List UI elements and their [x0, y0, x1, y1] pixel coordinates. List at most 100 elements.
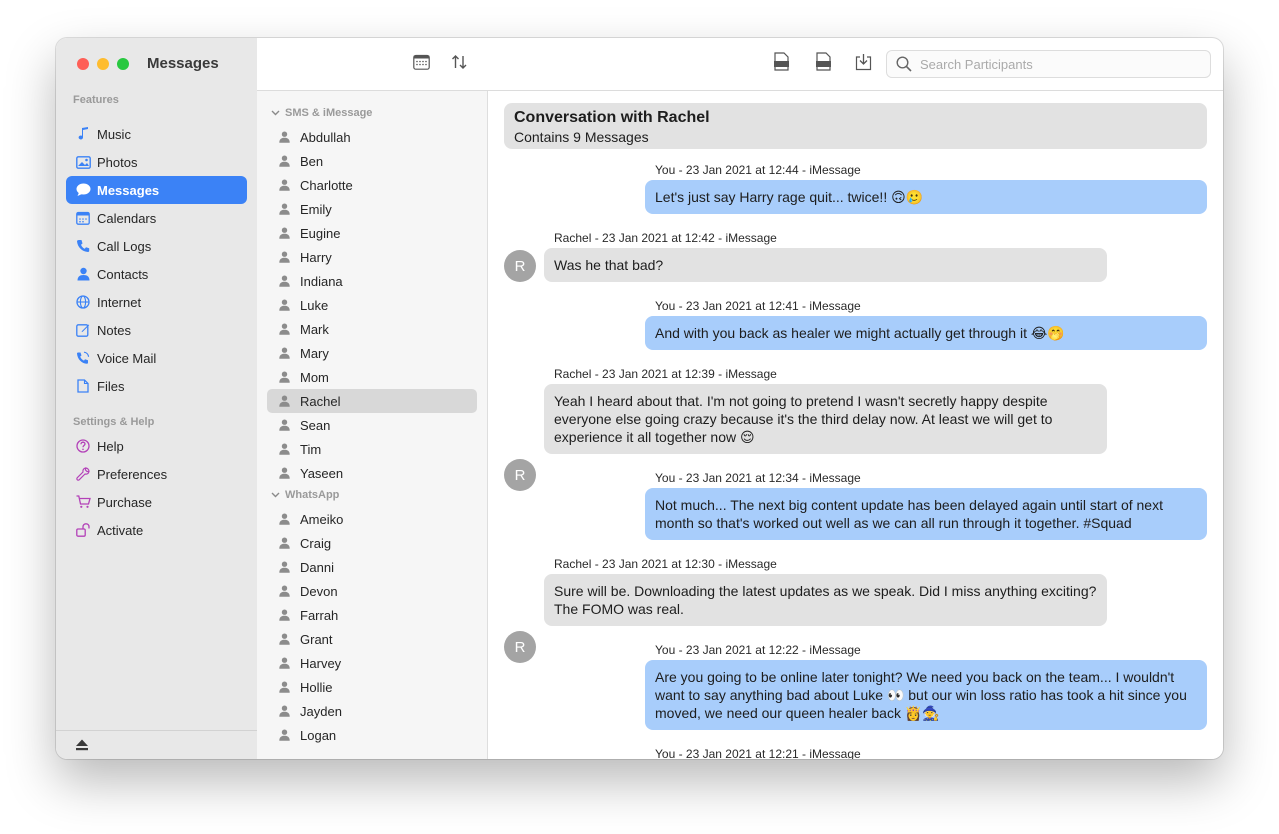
contact-name: Tim: [300, 441, 322, 457]
contact-luke[interactable]: Luke: [267, 293, 477, 317]
contact-name: Logan: [300, 727, 337, 743]
person-icon: [279, 657, 290, 669]
person-icon: [279, 513, 290, 525]
search-field[interactable]: [886, 50, 1211, 78]
person-icon: [279, 633, 290, 645]
features-section-label: Features: [73, 94, 119, 106]
sidebar-item-help[interactable]: Help: [66, 432, 247, 460]
sidebar-item-files[interactable]: Files: [66, 372, 247, 400]
conversation-subtitle: Contains 9 Messages: [514, 129, 649, 145]
window-zoom-button[interactable]: [117, 58, 129, 70]
contact-danni[interactable]: Danni: [267, 555, 477, 579]
sidebar-item-label: Files: [97, 378, 125, 394]
export-pdf-button[interactable]: [813, 52, 833, 76]
person-icon: [279, 371, 290, 383]
message-meta: Rachel - 23 Jan 2021 at 12:30 - iMessage: [554, 557, 777, 571]
contact-emily[interactable]: Emily: [267, 197, 477, 221]
sidebar-item-calendars[interactable]: Calendars: [66, 204, 247, 232]
search-input[interactable]: [918, 55, 1202, 73]
sidebar-item-label: Activate: [97, 522, 144, 538]
contact-farrah[interactable]: Farrah: [267, 603, 477, 627]
message-bubble-incoming[interactable]: Yeah I heard about that. I'm not going t…: [544, 384, 1107, 454]
person-icon: [279, 251, 290, 263]
sidebar-item-voice-mail[interactable]: Voice Mail: [66, 344, 247, 372]
person-icon: [279, 227, 290, 239]
contact-ben[interactable]: Ben: [267, 149, 477, 173]
sidebar-item-activate[interactable]: Activate: [66, 516, 247, 544]
contact-mark[interactable]: Mark: [267, 317, 477, 341]
globe-icon: [75, 294, 91, 310]
message-meta: You - 23 Jan 2021 at 12:21 - iMessage: [655, 747, 861, 759]
contact-yaseen[interactable]: Yaseen: [267, 461, 477, 485]
sidebar-item-photos[interactable]: Photos: [66, 148, 247, 176]
contact-tim[interactable]: Tim: [267, 437, 477, 461]
music-note-icon: [75, 126, 91, 142]
eject-icon[interactable]: [75, 738, 89, 756]
sidebar-item-call-logs[interactable]: Call Logs: [66, 232, 247, 260]
message-bubble-outgoing[interactable]: Are you going to be online later tonight…: [645, 660, 1207, 730]
speech-bubble-icon: [75, 182, 91, 198]
contact-name: Mom: [300, 369, 329, 385]
contact-abdullah[interactable]: Abdullah: [267, 125, 477, 149]
sidebar-item-purchase[interactable]: Purchase: [66, 488, 247, 516]
contact-logan[interactable]: Logan: [267, 723, 477, 747]
contact-harry[interactable]: Harry: [267, 245, 477, 269]
contact-name: Danni: [300, 559, 334, 575]
sidebar-item-label: Internet: [97, 294, 142, 310]
person-icon: [75, 266, 91, 282]
message-bubble-outgoing[interactable]: And with you back as healer we might act…: [645, 316, 1207, 350]
sidebar-item-preferences[interactable]: Preferences: [66, 460, 247, 488]
contact-eugine[interactable]: Eugine: [267, 221, 477, 245]
person-icon: [279, 395, 290, 407]
export-pdf-icon: [815, 52, 832, 76]
contact-name: Harvey: [300, 655, 342, 671]
message-bubble-incoming[interactable]: Was he that bad?: [544, 248, 1107, 282]
contact-name: Jayden: [300, 703, 342, 719]
contact-charlotte[interactable]: Charlotte: [267, 173, 477, 197]
contact-hollie[interactable]: Hollie: [267, 675, 477, 699]
contact-mary[interactable]: Mary: [267, 341, 477, 365]
contact-sean[interactable]: Sean: [267, 413, 477, 437]
contact-jayden[interactable]: Jayden: [267, 699, 477, 723]
contact-indiana[interactable]: Indiana: [267, 269, 477, 293]
message-bubble-incoming[interactable]: Sure will be. Downloading the latest upd…: [544, 574, 1107, 626]
voicemail-icon: [75, 350, 91, 366]
contact-name: Eugine: [300, 225, 341, 241]
contact-mom[interactable]: Mom: [267, 365, 477, 389]
sidebar-footer: [56, 730, 257, 759]
contact-name: Luke: [300, 297, 329, 313]
calendar-filter-button[interactable]: [411, 54, 431, 74]
group-header-whatsapp[interactable]: WhatsApp: [257, 485, 487, 505]
contact-name: Harry: [300, 249, 332, 265]
download-button[interactable]: [853, 53, 873, 74]
sidebar-item-notes[interactable]: Notes: [66, 316, 247, 344]
sidebar-item-internet[interactable]: Internet: [66, 288, 247, 316]
message-bubble-outgoing[interactable]: Not much... The next big content update …: [645, 488, 1207, 540]
sidebar-item-label: Notes: [97, 322, 131, 338]
person-icon: [279, 443, 290, 455]
contact-devon[interactable]: Devon: [267, 579, 477, 603]
person-icon: [279, 347, 290, 359]
person-icon: [279, 299, 290, 311]
contact-name: Mark: [300, 321, 329, 337]
window-close-button[interactable]: [77, 58, 89, 70]
group-header-sms[interactable]: SMS & iMessage: [257, 103, 487, 123]
export-txt-button[interactable]: [771, 52, 791, 74]
window-minimize-button[interactable]: [97, 58, 109, 70]
contact-name: Mary: [300, 345, 329, 361]
sort-button[interactable]: [449, 54, 469, 74]
contact-harvey[interactable]: Harvey: [267, 651, 477, 675]
message-bubble-outgoing[interactable]: Let's just say Harry rage quit... twice!…: [645, 180, 1207, 214]
sidebar-item-music[interactable]: Music: [66, 120, 247, 148]
settings-section-label: Settings & Help: [73, 416, 155, 428]
unlock-icon: [75, 522, 91, 538]
contact-grant[interactable]: Grant: [267, 627, 477, 651]
contact-rachel[interactable]: Rachel: [267, 389, 477, 413]
sidebar-item-messages[interactable]: Messages: [66, 176, 247, 204]
sidebar-item-contacts[interactable]: Contacts: [66, 260, 247, 288]
contact-craig[interactable]: Craig: [267, 531, 477, 555]
avatar: R: [504, 459, 536, 491]
sidebar-item-label: Contacts: [97, 266, 149, 282]
contact-ameiko[interactable]: Ameiko: [267, 507, 477, 531]
sidebar-item-label: Messages: [97, 182, 160, 198]
